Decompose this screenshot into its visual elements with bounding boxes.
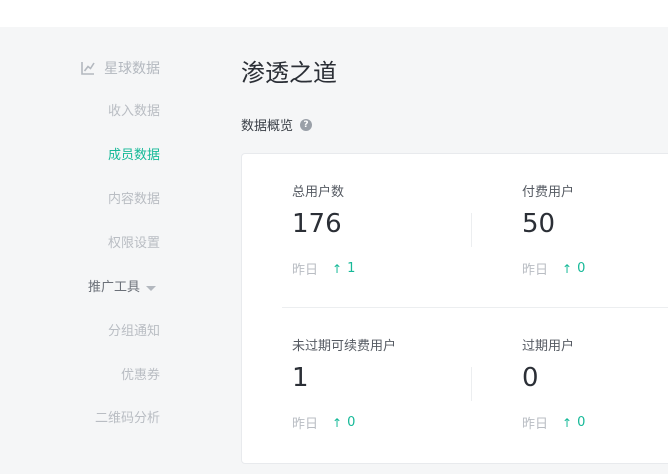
caret-down-icon: [146, 285, 156, 291]
stat-compare: 昨日 ↑ 0: [292, 413, 355, 432]
top-bar: [0, 0, 668, 27]
stat-change: ↑ 0: [562, 261, 585, 276]
stat-value: 50: [522, 209, 556, 239]
change-value: 1: [347, 261, 356, 276]
sidebar-item-coupons[interactable]: 优惠券: [121, 367, 160, 385]
overview-title: 数据概览: [241, 119, 294, 134]
stat-value: 0: [522, 363, 539, 393]
compare-label: 昨日: [522, 417, 549, 432]
compare-label: 昨日: [522, 263, 549, 278]
sidebar-section-header[interactable]: 星球数据: [80, 58, 160, 78]
overview-card: 总用户数 176 昨日 ↑ 1 付费用户 50 昨日 ↑ 0 未过期可续费用户 …: [241, 153, 668, 464]
change-value: 0: [577, 261, 586, 276]
overview-header: 数据概览 ?: [241, 115, 313, 134]
compare-label: 昨日: [292, 263, 319, 278]
question-circle-icon[interactable]: ?: [300, 118, 313, 131]
compare-label: 昨日: [292, 417, 319, 432]
stat-compare: 昨日 ↑ 1: [292, 259, 355, 278]
stat-label: 未过期可续费用户: [292, 339, 397, 354]
sidebar-group-label: 推广工具: [87, 280, 140, 295]
stat-change: ↑ 0: [562, 415, 585, 430]
column-divider: [471, 213, 472, 247]
sidebar: 星球数据 收入数据 成员数据 内容数据 权限设置 推广工具 分组通知 优惠券 二…: [0, 27, 190, 474]
stat-compare: 昨日 ↑ 0: [522, 413, 585, 432]
stat-change: ↑ 1: [332, 261, 355, 276]
column-divider: [471, 367, 472, 401]
chart-line-icon: [80, 60, 96, 76]
sidebar-item-members[interactable]: 成员数据: [108, 147, 160, 165]
sidebar-item-income[interactable]: 收入数据: [108, 103, 160, 121]
arrow-up-icon: ↑: [562, 415, 573, 430]
stat-value: 1: [292, 363, 309, 393]
change-value: 0: [347, 415, 356, 430]
change-value: 0: [577, 415, 586, 430]
stat-label: 过期用户: [522, 339, 575, 354]
stat-value: 176: [292, 209, 342, 239]
sidebar-group-promotion[interactable]: 推广工具: [88, 279, 156, 297]
main-content: 渗透之道 数据概览 ? 总用户数 176 昨日 ↑ 1 付费用户 50 昨日 ↑…: [241, 27, 668, 474]
stat-change: ↑ 0: [332, 415, 355, 430]
stat-compare: 昨日 ↑ 0: [522, 259, 585, 278]
arrow-up-icon: ↑: [332, 415, 343, 430]
sidebar-item-qrcode-analysis[interactable]: 二维码分析: [95, 410, 160, 428]
sidebar-section-title: 星球数据: [104, 61, 160, 77]
stat-label: 总用户数: [292, 185, 345, 200]
page-title: 渗透之道: [241, 59, 337, 87]
arrow-up-icon: ↑: [562, 261, 573, 276]
arrow-up-icon: ↑: [332, 261, 343, 276]
row-divider: [282, 307, 668, 308]
sidebar-item-permissions[interactable]: 权限设置: [108, 235, 160, 253]
stat-label: 付费用户: [522, 185, 575, 200]
sidebar-item-group-notify[interactable]: 分组通知: [108, 323, 160, 341]
sidebar-item-content[interactable]: 内容数据: [108, 191, 160, 209]
